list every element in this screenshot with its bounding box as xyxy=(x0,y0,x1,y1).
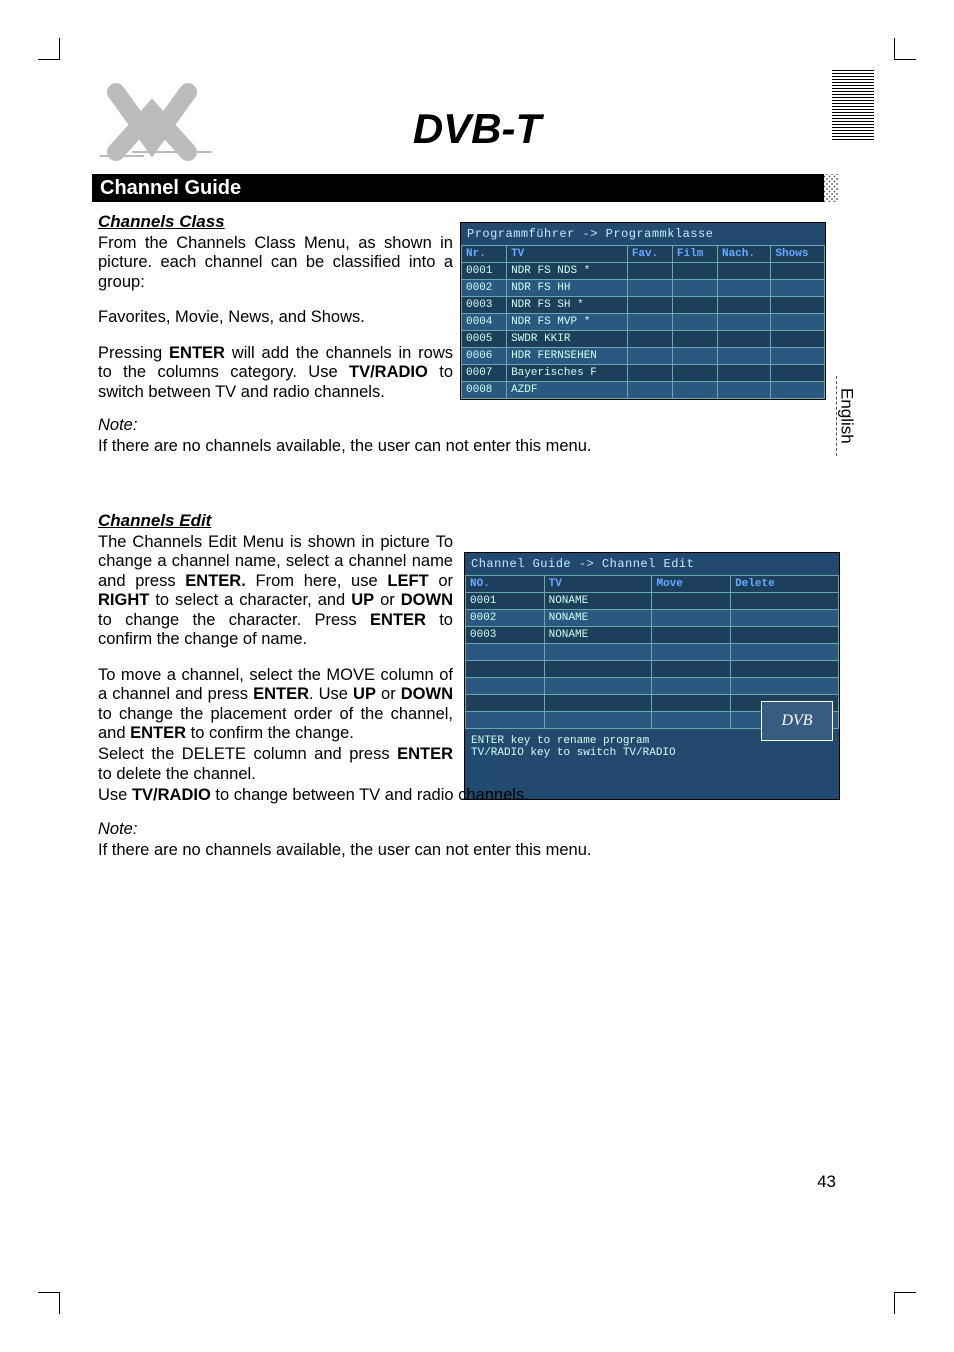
txt: EN­TER xyxy=(397,745,453,763)
txt: to delete the channel. xyxy=(98,765,256,783)
crop-mark-tr xyxy=(894,38,916,60)
txt: Pressing xyxy=(98,344,169,362)
txt: TV/RADIO xyxy=(132,786,211,804)
txt: to select a character, and xyxy=(149,591,351,609)
section-heading-bar: Channel Guide xyxy=(92,174,824,202)
section-heading-text: Channel Guide xyxy=(100,177,241,200)
txt: ENTER xyxy=(130,724,186,742)
txt: ENTER xyxy=(370,611,426,629)
page: DVB-T Channel Guide English Programmführ… xyxy=(0,0,954,1352)
txt: RIGHT xyxy=(98,591,149,609)
txt: TV/RADIO xyxy=(349,363,428,381)
txt: DOWN xyxy=(401,591,453,609)
ce-p2: To move a channel, select the MOVE colum… xyxy=(98,666,453,744)
txt: Select the DELETE column and press xyxy=(98,745,397,763)
txt: UP xyxy=(351,591,374,609)
channels-class-heading: Channels Class xyxy=(98,212,826,232)
crop-mark-tl xyxy=(38,38,60,60)
ce-p3: Select the DELETE column and press EN­TE… xyxy=(98,745,453,784)
txt: or xyxy=(429,572,453,590)
txt: . Use xyxy=(309,685,353,703)
cc-p2: Favorites, Movie, News, and Shows. xyxy=(98,308,453,327)
txt: ENTER xyxy=(169,344,225,362)
txt: ENTER xyxy=(253,685,309,703)
page-number: 43 xyxy=(817,1172,836,1192)
crop-mark-bl xyxy=(38,1292,60,1314)
txt: or xyxy=(374,591,401,609)
txt: ENTER. xyxy=(185,572,246,590)
cc-note-label: Note: xyxy=(98,416,826,435)
page-title: DVB-T xyxy=(0,105,954,153)
txt: From here, use xyxy=(246,572,388,590)
txt: LEFT xyxy=(387,572,428,590)
ce-p4: Use TV/RADIO to change between TV and ra… xyxy=(98,786,826,805)
txt: or xyxy=(376,685,401,703)
body-text: Channels Class From the Channels Class M… xyxy=(98,208,826,860)
ce-p1: The Channels Edit Menu is shown in pictu… xyxy=(98,533,453,650)
dot-pattern-icon xyxy=(802,174,838,202)
crop-mark-br xyxy=(894,1292,916,1314)
ce-note: If there are no channels available, the … xyxy=(98,841,826,860)
txt: DOWN xyxy=(401,685,453,703)
txt: to change between TV and radio channels. xyxy=(211,786,529,804)
cc-p3: Pressing ENTER will add the channels in … xyxy=(98,344,453,402)
channels-edit-heading: Channels Edit xyxy=(98,511,826,531)
cc-note: If there are no channels available, the … xyxy=(98,437,826,456)
txt: Use xyxy=(98,786,132,804)
txt: UP xyxy=(353,685,376,703)
language-tab: English xyxy=(836,376,856,456)
ce-note-label: Note: xyxy=(98,820,826,839)
txt: to change the character. Press xyxy=(98,611,370,629)
cc-p1: From the Channels Class Menu, as shown i… xyxy=(98,234,453,292)
txt: to confirm the change. xyxy=(186,724,354,742)
